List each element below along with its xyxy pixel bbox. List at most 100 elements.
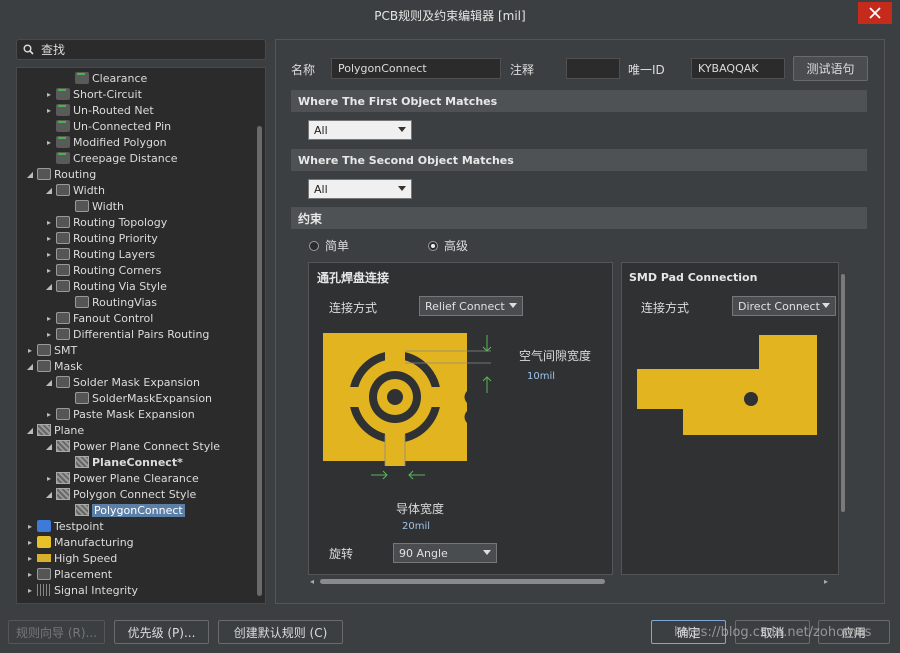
- tree-item[interactable]: Clearance: [63, 70, 147, 86]
- smd-panel-title: SMD Pad Connection: [629, 271, 758, 284]
- expand-arrow-icon[interactable]: ▸: [44, 106, 54, 115]
- priority-button[interactable]: 优先级 (P)...: [114, 620, 209, 644]
- hscroll-thumb[interactable]: [320, 579, 605, 584]
- expand-arrow-icon[interactable]: ▸: [44, 234, 54, 243]
- tree-item[interactable]: ▸ Routing Corners: [44, 262, 161, 278]
- expand-arrow-icon[interactable]: ▸: [44, 218, 54, 227]
- rule-rule-icon: [56, 104, 70, 116]
- radio-simple[interactable]: 简单: [309, 237, 349, 254]
- comment-field[interactable]: [566, 58, 620, 79]
- tree-item[interactable]: ▸ Power Plane Clearance: [44, 470, 199, 486]
- expand-arrow-icon[interactable]: ▸: [44, 266, 54, 275]
- rule-plane-icon: [56, 488, 70, 500]
- expand-arrow-icon[interactable]: ◢: [25, 362, 35, 371]
- expand-arrow-icon[interactable]: ◢: [25, 426, 35, 435]
- search-label: 查找: [41, 43, 66, 57]
- tree-item[interactable]: ▸ Testpoint: [25, 518, 104, 534]
- expand-arrow-icon[interactable]: ▸: [25, 538, 35, 547]
- rule-tree[interactable]: Clearance ▸ Short-Circuit ▸ Un-Routed Net Un-…: [16, 67, 266, 604]
- expand-arrow-icon[interactable]: ▸: [25, 570, 35, 579]
- tree-item[interactable]: ▸ Short-Circuit: [44, 86, 142, 102]
- tree-item[interactable]: ▸ SMT: [25, 342, 77, 358]
- tree-item[interactable]: Un-Connected Pin: [44, 118, 171, 134]
- expand-arrow-icon[interactable]: ◢: [44, 186, 54, 195]
- expand-arrow-icon[interactable]: ◢: [44, 282, 54, 291]
- tree-item-label: Manufacturing: [54, 535, 134, 549]
- rotate-dropdown[interactable]: 90 Angle: [393, 543, 497, 563]
- tree-item-label: Un-Routed Net: [73, 103, 154, 117]
- tree-item[interactable]: PolygonConnect: [63, 502, 185, 518]
- second-match-dropdown[interactable]: All: [308, 179, 412, 199]
- via-connect-dropdown[interactable]: Relief Connect: [419, 296, 523, 316]
- rule-cat-icon: [56, 184, 70, 196]
- tree-item[interactable]: ◢ Routing Via Style: [44, 278, 167, 294]
- expand-arrow-icon[interactable]: ▸: [44, 330, 54, 339]
- expand-arrow-icon[interactable]: ◢: [25, 170, 35, 179]
- chevron-down-icon: [483, 550, 491, 555]
- tree-item[interactable]: ▸ Manufacturing: [25, 534, 134, 550]
- tree-scrollbar[interactable]: [257, 126, 262, 596]
- tree-item[interactable]: ▸ Differential Pairs Routing: [44, 326, 209, 342]
- tree-item[interactable]: Width: [63, 198, 124, 214]
- tree-item[interactable]: SolderMaskExpansion: [63, 390, 212, 406]
- expand-arrow-icon[interactable]: ▸: [44, 410, 54, 419]
- name-label: 名称: [291, 63, 316, 77]
- expand-arrow-icon[interactable]: ◢: [44, 378, 54, 387]
- expand-arrow-icon[interactable]: ▸: [44, 250, 54, 259]
- constraints-vscrollbar[interactable]: [841, 274, 845, 512]
- constraints-hscrollbar[interactable]: ◂ ▸: [308, 576, 828, 588]
- tree-item[interactable]: ▸ Modified Polygon: [44, 134, 167, 150]
- close-button[interactable]: [858, 2, 892, 24]
- tree-item[interactable]: ▸ Un-Routed Net: [44, 102, 154, 118]
- expand-arrow-icon[interactable]: ▸: [44, 474, 54, 483]
- tree-item[interactable]: ▸ Routing Priority: [44, 230, 158, 246]
- rule-plane-icon: [75, 456, 89, 468]
- expand-arrow-icon[interactable]: ▸: [25, 522, 35, 531]
- expand-arrow-icon[interactable]: ▸: [44, 90, 54, 99]
- expand-arrow-icon[interactable]: ▸: [44, 138, 54, 147]
- expand-arrow-icon[interactable]: ▸: [25, 586, 35, 595]
- smd-connect-dropdown[interactable]: Direct Connect: [732, 296, 836, 316]
- tree-item[interactable]: ◢ Solder Mask Expansion: [44, 374, 200, 390]
- tree-item[interactable]: ◢ Width: [44, 182, 105, 198]
- rule-cat-icon: [37, 168, 51, 180]
- tree-item-label: SolderMaskExpansion: [92, 391, 213, 405]
- expand-arrow-icon[interactable]: ▸: [44, 314, 54, 323]
- uid-field[interactable]: KYBAQQAK: [691, 58, 785, 79]
- rule-plane-icon: [56, 440, 70, 452]
- second-match-header: Where The Second Object Matches: [291, 149, 867, 171]
- rule-cat-icon: [75, 200, 89, 212]
- first-match-dropdown[interactable]: All: [308, 120, 412, 140]
- name-field[interactable]: PolygonConnect: [331, 58, 501, 79]
- tree-item[interactable]: ▸ High Speed: [25, 550, 117, 566]
- expand-arrow-icon[interactable]: ◢: [44, 442, 54, 451]
- tree-item[interactable]: PlaneConnect*: [63, 454, 183, 470]
- tree-item[interactable]: ▸ Signal Integrity: [25, 582, 138, 598]
- scroll-left-icon[interactable]: ◂: [310, 577, 314, 586]
- radio-advanced[interactable]: 高级: [428, 237, 468, 254]
- name-value: PolygonConnect: [338, 62, 427, 75]
- tree-item[interactable]: ▸ Fanout Control: [44, 310, 153, 326]
- tree-item[interactable]: Creepage Distance: [44, 150, 178, 166]
- tree-item-label: Power Plane Clearance: [73, 471, 199, 485]
- scroll-right-icon[interactable]: ▸: [824, 577, 828, 586]
- tree-item[interactable]: ▸ Paste Mask Expansion: [44, 406, 195, 422]
- tree-item[interactable]: RoutingVias: [63, 294, 157, 310]
- tree-item[interactable]: ▸ Routing Topology: [44, 214, 167, 230]
- search-box[interactable]: 查找: [16, 39, 266, 60]
- tree-item[interactable]: ▸ Routing Layers: [44, 246, 155, 262]
- relief-connect-diagram: [323, 333, 491, 466]
- tree-item[interactable]: ◢ Routing: [25, 166, 96, 182]
- tree-item[interactable]: ◢ Power Plane Connect Style: [44, 438, 220, 454]
- expand-arrow-icon[interactable]: ▸: [25, 346, 35, 355]
- expand-arrow-icon[interactable]: ◢: [44, 490, 54, 499]
- smd-pad-connection-panel: SMD Pad Connection 连接方式 Direct Connect: [621, 262, 839, 575]
- tree-item[interactable]: ◢ Polygon Connect Style: [44, 486, 196, 502]
- tree-item[interactable]: ◢ Plane: [25, 422, 84, 438]
- tree-item[interactable]: ◢ Mask: [25, 358, 82, 374]
- expand-arrow-icon[interactable]: ▸: [25, 554, 35, 563]
- tree-item[interactable]: ▸ Placement: [25, 566, 112, 582]
- test-query-button[interactable]: 测试语句: [793, 56, 868, 81]
- create-default-rules-button[interactable]: 创建默认规则 (C): [218, 620, 343, 644]
- rule-wizard-button[interactable]: 规则向导 (R)...: [8, 620, 105, 644]
